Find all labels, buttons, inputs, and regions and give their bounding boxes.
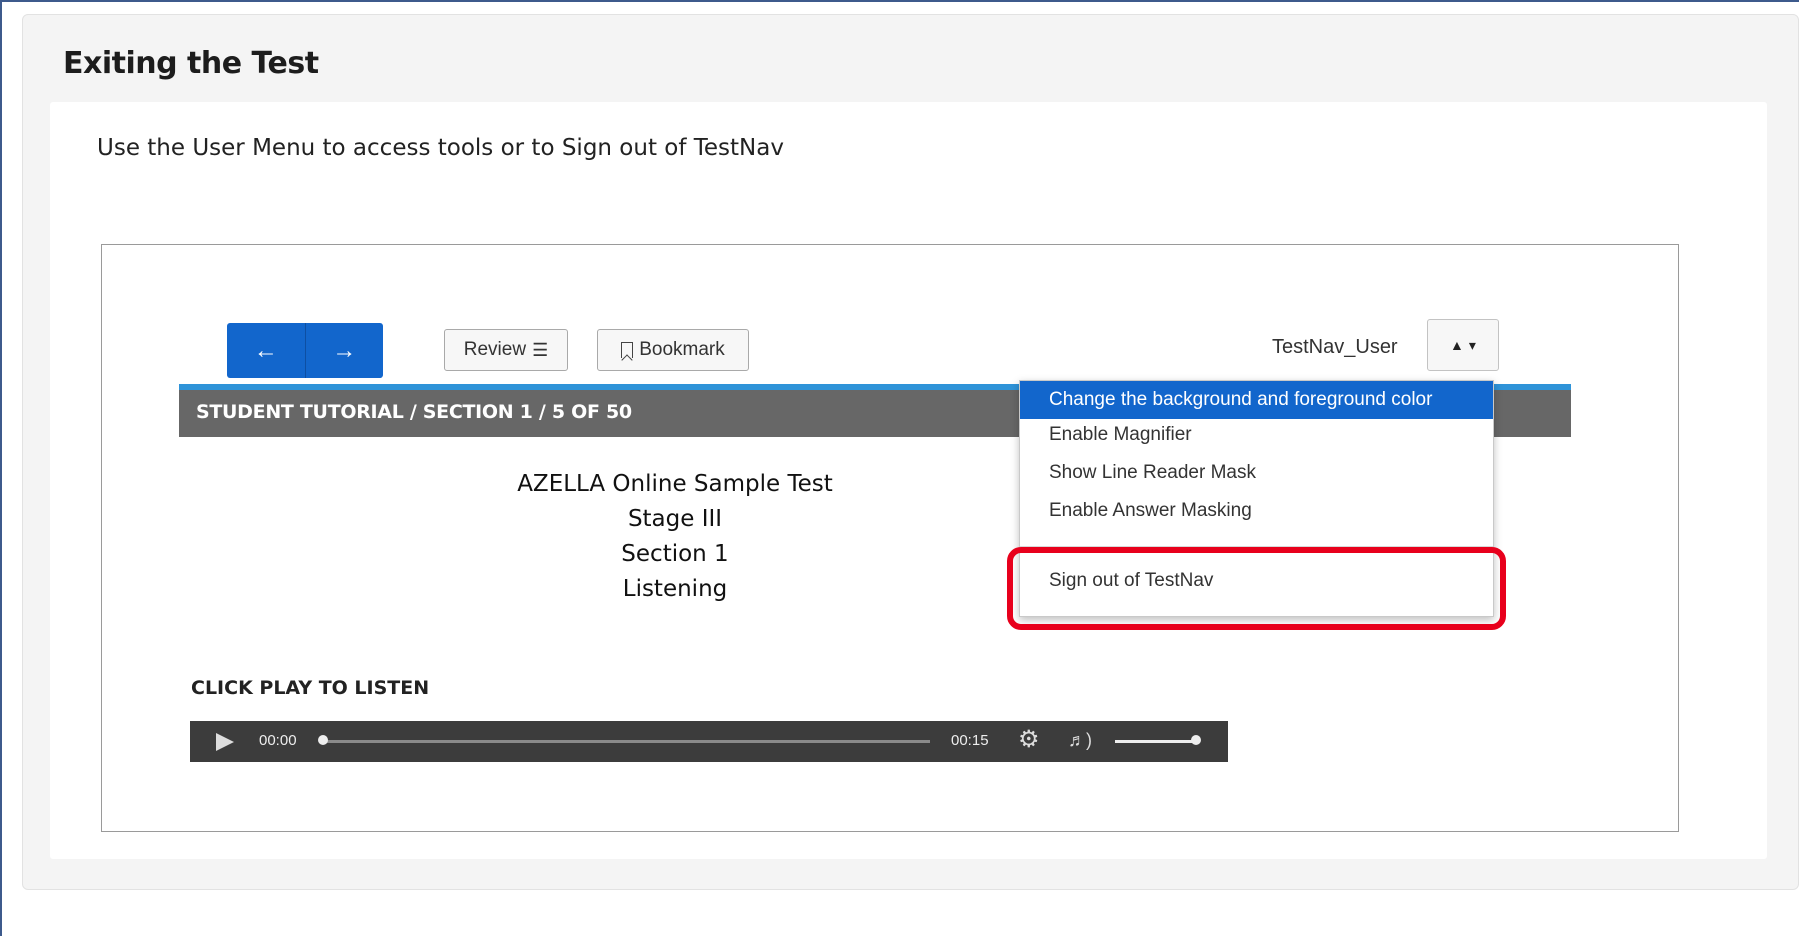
user-icon: ▲ — [1450, 337, 1464, 353]
audio-player: 00:00 00:15 ⚙ ♬) — [190, 721, 1228, 762]
bookmark-button[interactable]: Bookmark — [597, 329, 749, 371]
breadcrumb: STUDENT TUTORIAL / SECTION 1 / 5 OF 50 — [196, 401, 632, 423]
bookmark-label: Bookmark — [639, 339, 725, 360]
next-button[interactable]: → — [304, 323, 384, 378]
progress-handle[interactable] — [318, 735, 328, 745]
back-button[interactable]: ← — [227, 323, 305, 378]
frame-border-top — [0, 0, 1799, 2]
test-section: Section 1 — [621, 541, 729, 567]
user-menu-button[interactable]: ▲ ▾ — [1427, 319, 1499, 371]
current-time: 00:00 — [259, 732, 297, 749]
menu-item-line-reader-mask[interactable]: Show Line Reader Mask — [1020, 454, 1493, 492]
caret-down-icon: ▾ — [1468, 336, 1476, 353]
test-subject: Listening — [622, 576, 728, 602]
username-label: TestNav_User — [1272, 336, 1398, 358]
menu-item-change-colors[interactable]: Change the background and foreground col… — [1020, 381, 1493, 419]
navigation-buttons: ← → — [227, 323, 383, 378]
audio-prompt: CLICK PLAY TO LISTEN — [191, 677, 430, 699]
volume-icon[interactable]: ♬) — [1068, 730, 1092, 751]
test-title: AZELLA Online Sample Test — [517, 471, 833, 497]
play-icon[interactable] — [216, 733, 234, 751]
instruction-text: Use the User Menu to access tools or to … — [97, 135, 784, 161]
page-title: Exiting the Test — [63, 46, 319, 81]
review-label: Review — [463, 339, 527, 360]
frame-border-left — [0, 0, 2, 936]
progress-track[interactable] — [320, 740, 930, 743]
list-icon: ☰ — [532, 339, 549, 360]
menu-item-answer-masking[interactable]: Enable Answer Masking — [1020, 492, 1493, 530]
volume-handle[interactable] — [1191, 735, 1201, 745]
duration: 00:15 — [951, 732, 989, 749]
arrow-right-icon: → — [332, 336, 357, 364]
volume-slider[interactable] — [1115, 740, 1195, 743]
arrow-left-icon: ← — [253, 336, 278, 364]
review-button[interactable]: Review ☰ — [444, 329, 568, 371]
test-stage: Stage III — [627, 506, 723, 532]
test-content: AZELLA Online Sample Test Stage III Sect… — [480, 467, 870, 607]
gear-icon[interactable]: ⚙ — [1018, 728, 1040, 752]
bookmark-icon — [621, 342, 634, 358]
menu-item-enable-magnifier[interactable]: Enable Magnifier — [1020, 416, 1493, 454]
sign-out-highlight — [1007, 547, 1506, 630]
